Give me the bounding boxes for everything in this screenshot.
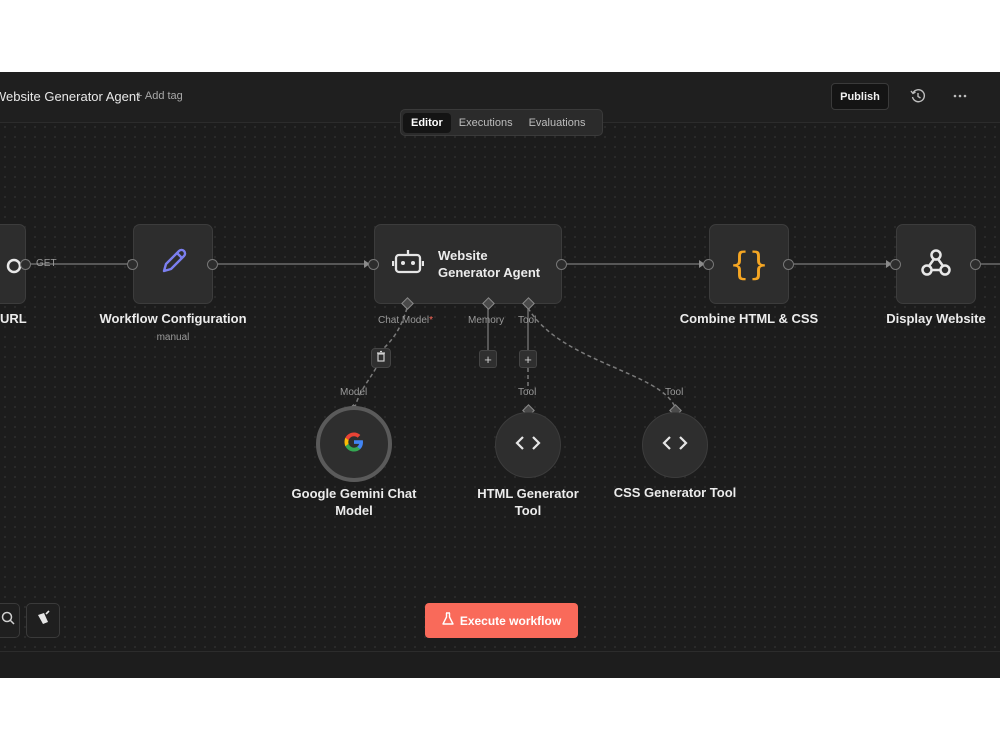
wire-chatmodel-trash xyxy=(383,307,408,349)
workflow-config-sublabel: manual xyxy=(156,332,190,343)
view-tabs: Editor Executions Evaluations xyxy=(400,109,603,136)
html-tool-label-line1: HTML Generator xyxy=(477,486,579,501)
broom-icon xyxy=(35,610,51,631)
memory-port-label: Memory xyxy=(468,315,505,326)
website-generator-agent-node[interactable]: Website Generator Agent xyxy=(374,224,562,304)
css-tool-label: CSS Generator Tool xyxy=(613,485,737,500)
url-output-port[interactable] xyxy=(20,259,31,270)
css-generator-tool-node[interactable] xyxy=(642,412,708,478)
display-website-node[interactable] xyxy=(896,224,976,304)
wire-tool-css xyxy=(527,307,676,408)
robot-icon xyxy=(391,247,425,282)
history-icon[interactable] xyxy=(908,86,928,106)
combine-label: Combine HTML & CSS xyxy=(679,311,819,326)
html-tool-label: HTML Generator Tool xyxy=(448,485,608,519)
code-icon xyxy=(515,433,541,458)
plus-icon: + xyxy=(524,351,532,367)
add-tag-link[interactable]: + Add tag xyxy=(136,90,183,102)
workflow-config-label: Workflow Configuration xyxy=(99,311,247,326)
google-gemini-node[interactable] xyxy=(316,406,392,482)
config-input-port[interactable] xyxy=(127,259,138,270)
gemini-label-line1: Google Gemini Chat xyxy=(291,486,417,501)
config-output-port[interactable] xyxy=(207,259,218,270)
execute-workflow-button[interactable]: Execute workflow xyxy=(425,603,578,638)
workflow-title[interactable]: Website Generator Agent xyxy=(0,89,140,104)
combine-output-port[interactable] xyxy=(783,259,794,270)
agent-output-port[interactable] xyxy=(556,259,567,270)
add-tool-button[interactable]: + xyxy=(519,350,537,368)
required-mark: * xyxy=(429,315,434,326)
workflow-config-node[interactable] xyxy=(133,224,213,304)
pencil-icon xyxy=(155,244,191,285)
agent-input-port[interactable] xyxy=(368,259,379,270)
chat-model-text: Chat Model xyxy=(378,315,430,326)
code-braces-icon: {} xyxy=(729,245,769,283)
gemini-connector-label: Model xyxy=(340,387,368,398)
gemini-label: Google Gemini Chat Model xyxy=(274,485,434,519)
execute-workflow-label: Execute workflow xyxy=(459,613,562,628)
publish-button[interactable]: Publish xyxy=(831,83,889,110)
html-tool-label-line2: Tool xyxy=(514,503,542,518)
html-generator-tool-node[interactable] xyxy=(495,412,561,478)
webhook-icon xyxy=(918,244,954,285)
flask-icon xyxy=(442,612,454,629)
display-output-port[interactable] xyxy=(970,259,981,270)
tool-port-label: Tool xyxy=(518,315,537,326)
connection-lines xyxy=(30,260,1000,408)
tab-evaluations[interactable]: Evaluations xyxy=(521,113,594,133)
agent-title: Website Generator Agent xyxy=(438,247,540,281)
zoom-icon xyxy=(1,611,15,630)
html-tool-connector-label: Tool xyxy=(518,387,537,398)
code-icon xyxy=(662,433,688,458)
google-icon xyxy=(341,429,367,460)
get-method-label: GET xyxy=(36,258,57,269)
display-input-port[interactable] xyxy=(890,259,901,270)
display-label: Display Website xyxy=(886,311,986,326)
delete-connection-button[interactable] xyxy=(371,348,391,368)
tidy-up-button[interactable] xyxy=(26,603,60,638)
combine-html-css-node[interactable]: {} xyxy=(709,224,789,304)
combine-input-port[interactable] xyxy=(703,259,714,270)
plus-icon: + xyxy=(484,351,492,367)
trash-icon xyxy=(375,349,387,367)
zoom-button[interactable] xyxy=(0,603,20,638)
add-memory-button[interactable]: + xyxy=(479,350,497,368)
chat-model-port-label: Chat Model* xyxy=(378,315,433,326)
gemini-label-line2: Model xyxy=(335,503,373,518)
tab-executions[interactable]: Executions xyxy=(451,113,521,133)
bottom-panel xyxy=(0,651,1000,678)
agent-title-line2: Generator Agent xyxy=(438,265,541,280)
workflow-editor: Website Generator Agent + Add tag Publis… xyxy=(0,72,1000,678)
tab-editor[interactable]: Editor xyxy=(403,112,451,133)
css-tool-connector-label: Tool xyxy=(665,387,684,398)
more-horizontal-icon[interactable] xyxy=(950,86,970,106)
url-node-label: URL xyxy=(0,311,27,326)
agent-title-line1: Website xyxy=(438,248,488,263)
